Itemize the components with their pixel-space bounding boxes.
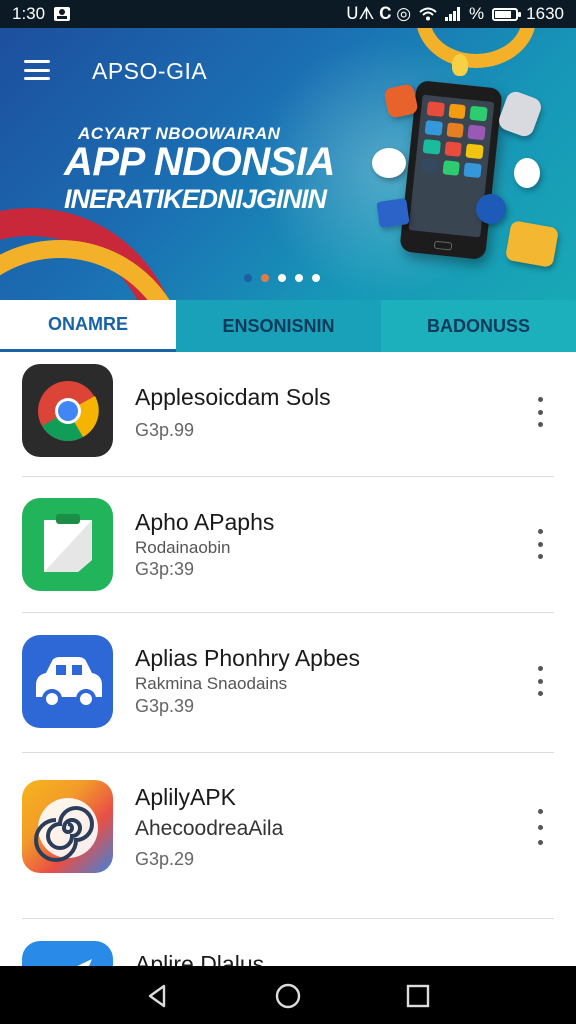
app-subtitle: Rakmina Snaodains [135, 674, 288, 693]
app-list[interactable]: Applesoicdam Sols G3p.99 Apho APaphs Rod… [0, 352, 576, 966]
banner-headline: APP NDONSIA [64, 140, 335, 184]
image-notification-icon [53, 6, 71, 22]
app-price: G3p.29 [135, 849, 195, 869]
carousel-dot[interactable] [244, 274, 252, 282]
app-title: Aplias Phonhry Apbes [135, 645, 361, 671]
app-title: Applesoicdam Sols [135, 384, 331, 410]
badge-app-icon [514, 158, 540, 188]
carousel-dot[interactable] [278, 274, 286, 282]
promo-banner[interactable]: APSO-GIA ACYART NBOOWAIRAN APP NDONSIA I… [0, 28, 576, 300]
signal-icon [445, 7, 461, 21]
hamburger-menu-icon[interactable] [24, 60, 50, 80]
app-title: AplilyAPK [135, 784, 236, 810]
recents-square-icon[interactable] [402, 980, 434, 1012]
list-item[interactable]: Applesoicdam Sols G3p.99 [0, 352, 576, 476]
app-title: APSO-GIA [92, 58, 208, 84]
blocks-icon [376, 198, 410, 228]
app-title: Apho APaphs [135, 509, 275, 535]
tab-bar: ONAMRE ENSONISNIN BADONUSS [0, 300, 576, 352]
six-app-icon [476, 194, 506, 224]
status-bar: 1:30 ᑌᗑ 𝐂 ◎ % 1630 [0, 0, 576, 28]
status-icons: ᑌᗑ 𝐂 ◎ [346, 4, 412, 23]
back-triangle-icon[interactable] [142, 980, 174, 1012]
more-options-icon[interactable] [528, 666, 552, 696]
banner-yellow-arc [0, 240, 190, 300]
yellow-box-icon [504, 220, 560, 268]
list-item[interactable]: AplilyAPK AhecoodreaAila G3p.29 [0, 753, 576, 918]
system-nav-bar [0, 966, 576, 1024]
notes-app-icon [22, 498, 113, 591]
carousel-dot[interactable] [261, 274, 269, 282]
list-item[interactable]: Aplias Phonhry Apbes Rakmina Snaodains G… [0, 613, 576, 752]
carousel-dot[interactable] [312, 274, 320, 282]
more-options-icon[interactable] [528, 809, 552, 845]
cloud-icon [372, 148, 406, 178]
tab-badonuss[interactable]: BADONUSS [381, 300, 576, 352]
app-title: Aplire Dlalus [135, 951, 265, 966]
tab-ensonisnin[interactable]: ENSONISNIN [176, 300, 381, 352]
tab-onamre[interactable]: ONAMRE [0, 300, 176, 352]
carousel-dot[interactable] [295, 274, 303, 282]
car-app-icon [22, 635, 113, 728]
app-subtitle: Rodainaobin [135, 538, 231, 557]
app-subtitle: AhecoodreaAila [135, 817, 284, 840]
more-options-icon[interactable] [528, 529, 552, 559]
app-price: G3p:39 [135, 559, 195, 579]
battery-percent-sign: % [469, 4, 485, 23]
status-time: 1:30 [12, 4, 46, 23]
list-item[interactable]: Apho APaphs Rodainaobin G3p:39 [0, 477, 576, 612]
carousel-indicator[interactable] [244, 274, 320, 282]
spiral-app-icon [22, 780, 113, 873]
app-price: G3p.99 [135, 420, 195, 440]
more-options-icon[interactable] [528, 397, 552, 427]
home-circle-icon[interactable] [272, 980, 304, 1012]
lightbulb-icon [452, 54, 468, 76]
wifi-icon [419, 7, 437, 21]
list-item[interactable]: Aplire Dlalus [0, 919, 576, 966]
chrome-icon [22, 364, 113, 457]
battery-icon [492, 7, 522, 21]
status-right-time: 1630 [526, 4, 564, 23]
send-app-icon [22, 941, 113, 966]
app-price: G3p.39 [135, 696, 195, 716]
banner-subline: INERATIKEDNIJGININ [64, 184, 327, 214]
